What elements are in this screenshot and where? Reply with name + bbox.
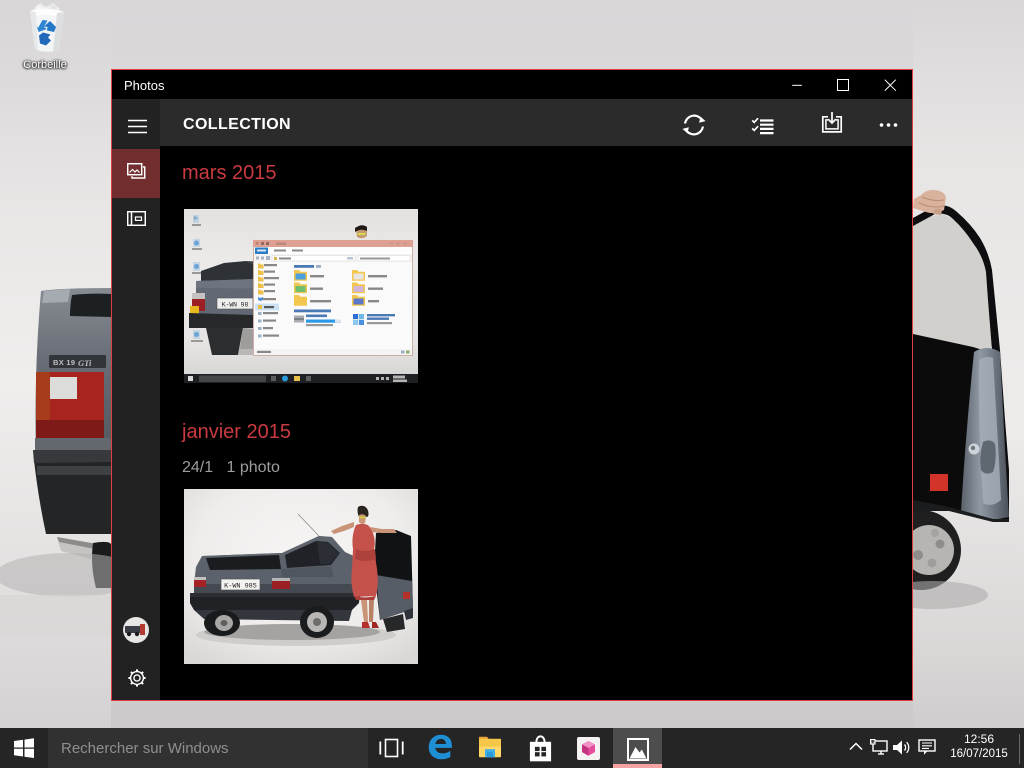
svg-text:BX 19: BX 19 <box>53 358 75 367</box>
svg-text:GTi: GTi <box>78 358 92 368</box>
svg-text:K-WN 985: K-WN 985 <box>224 583 257 591</box>
svg-text:K-WN 98: K-WN 98 <box>222 302 249 309</box>
